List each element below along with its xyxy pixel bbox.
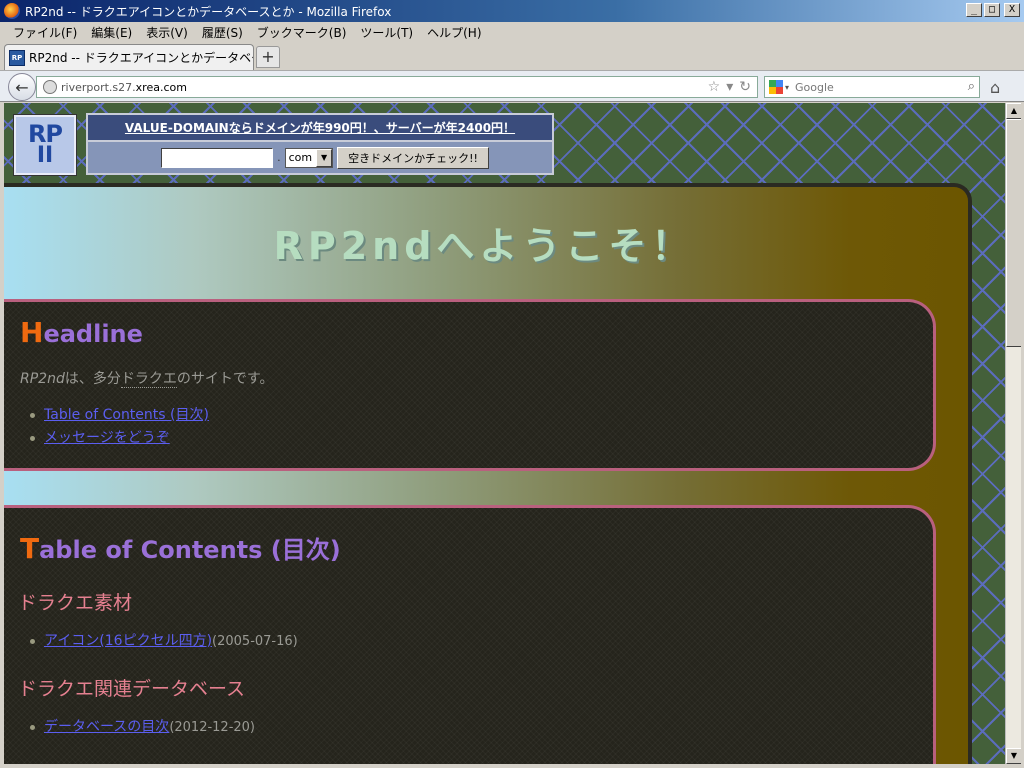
domain-dot: .: [277, 151, 281, 164]
welcome-heading: RP2ndへようこそ！: [273, 224, 695, 268]
scroll-down-icon[interactable]: ▼: [1006, 748, 1022, 764]
toc-link[interactable]: Table of Contents (目次): [44, 407, 209, 423]
message-link[interactable]: メッセージをどうぞ: [44, 430, 170, 446]
navigation-bar: ← riverport.s27.xrea.com ☆ ▾ ↻ ▾ Google …: [0, 70, 1024, 102]
close-button[interactable]: X: [1004, 3, 1020, 17]
url-bar[interactable]: riverport.s27.xrea.com ☆ ▾ ↻: [36, 76, 758, 98]
menu-edit[interactable]: 編集(E): [84, 24, 139, 41]
domain-input[interactable]: [161, 147, 274, 168]
section-heading-dq-materials: ドラクエ素材: [18, 592, 133, 614]
menu-help[interactable]: ヘルプ(H): [420, 24, 488, 41]
menu-history[interactable]: 履歴(S): [195, 24, 250, 41]
vertical-scrollbar[interactable]: ▲ ▼: [1005, 103, 1022, 764]
magnifier-icon[interactable]: ⌕: [968, 79, 975, 94]
headline-heading: Headline: [20, 316, 143, 349]
window-frame-bottom: [0, 764, 1024, 768]
dq-materials-list: アイコン(16ピクセル四方)(2005-07-16): [30, 630, 298, 653]
tab-rp2nd[interactable]: RP RP2nd -- ドラクエアイコンとかデータベースとか: [4, 44, 254, 70]
dq-database-list: データベースの目次(2012-12-20): [29, 716, 256, 739]
page-viewport: RP II VALUE-DOMAINならドメインが年990円！、サーバーが年24…: [4, 103, 1005, 764]
window-titlebar: RP2nd -- ドラクエアイコンとかデータベースとか - Mozilla Fi…: [0, 0, 1024, 22]
ad-banner: VALUE-DOMAINならドメインが年990円！、サーバーが年2400円！: [88, 115, 552, 142]
tld-select[interactable]: com ▼: [284, 147, 334, 168]
scroll-up-icon[interactable]: ▲: [1006, 103, 1022, 119]
menu-tools[interactable]: ツール(T): [353, 24, 420, 41]
new-tab-button[interactable]: +: [256, 46, 280, 68]
item-date: (2005-07-16): [212, 634, 298, 649]
domain-ad-box: VALUE-DOMAINならドメインが年990円！、サーバーが年2400円！ .…: [86, 113, 554, 175]
bookmark-star-icon[interactable]: ☆: [708, 79, 721, 95]
item-date: (2012-12-20): [169, 720, 256, 735]
icon-link[interactable]: アイコン(16ピクセル四方): [44, 633, 212, 649]
scroll-thumb[interactable]: [1006, 119, 1022, 347]
site-favicon-icon: RP: [9, 49, 25, 66]
check-domain-button[interactable]: 空きドメインかチェック!!: [337, 146, 489, 169]
section-heading-dq-database: ドラクエ関連データベース: [18, 678, 246, 700]
list-item: アイコン(16ピクセル四方)(2005-07-16): [30, 630, 298, 653]
menu-bookmarks[interactable]: ブックマーク(B): [250, 24, 354, 41]
database-index-link[interactable]: データベースの目次: [44, 719, 169, 735]
ad-link[interactable]: VALUE-DOMAINならドメインが年990円！、サーバーが年2400円！: [125, 119, 515, 136]
back-button[interactable]: ←: [8, 73, 36, 101]
list-item: メッセージをどうぞ: [30, 427, 209, 450]
search-engine-dropdown-icon[interactable]: ▾: [785, 83, 789, 92]
arrow-left-icon: ←: [15, 77, 29, 97]
firefox-logo-icon: [4, 3, 20, 19]
tab-strip: RP RP2nd -- ドラクエアイコンとかデータベースとか +: [0, 42, 1024, 70]
domain-check-form: . com ▼ 空きドメインかチェック!!: [88, 142, 552, 173]
menu-bar: ファイル(F) 編集(E) 表示(V) 履歴(S) ブックマーク(B) ツール(…: [0, 22, 1024, 42]
window-title: RP2nd -- ドラクエアイコンとかデータベースとか - Mozilla Fi…: [25, 4, 392, 19]
toc-panel: Table of Contents (目次) ドラクエ素材 アイコン(16ピクセ…: [4, 505, 936, 764]
dropdown-arrow-icon[interactable]: ▾: [726, 79, 733, 95]
headline-links: Table of Contents (目次) メッセージをどうぞ: [30, 404, 209, 450]
tld-value: com: [288, 151, 313, 164]
toc-heading: Table of Contents (目次): [20, 532, 341, 565]
google-icon: [769, 80, 783, 94]
search-bar[interactable]: ▾ Google ⌕: [764, 76, 980, 98]
reload-icon[interactable]: ↻: [739, 79, 751, 95]
maximize-button[interactable]: □: [984, 3, 1000, 17]
minimize-button[interactable]: _: [966, 3, 982, 17]
headline-panel: Headline RP2ndは、多分ドラクエのサイトです。 Table of C…: [4, 299, 936, 471]
chevron-down-icon: ▼: [316, 148, 333, 167]
site-logo[interactable]: RP II: [13, 114, 77, 176]
home-icon[interactable]: ⌂: [990, 78, 1000, 97]
url-actions: ☆ ▾ ↻: [708, 79, 751, 95]
window-controls: _ □ X: [966, 3, 1020, 17]
url-text: riverport.s27.xrea.com: [61, 80, 187, 94]
globe-icon: [43, 80, 57, 94]
site-intro-text: RP2ndは、多分ドラクエのサイトです。: [20, 371, 274, 388]
menu-file[interactable]: ファイル(F): [6, 24, 84, 41]
menu-view[interactable]: 表示(V): [139, 24, 195, 41]
search-placeholder: Google: [795, 80, 834, 94]
tab-label: RP2nd -- ドラクエアイコンとかデータベースとか: [29, 51, 253, 65]
list-item: データベースの目次(2012-12-20): [29, 716, 256, 739]
list-item: Table of Contents (目次): [30, 404, 209, 427]
